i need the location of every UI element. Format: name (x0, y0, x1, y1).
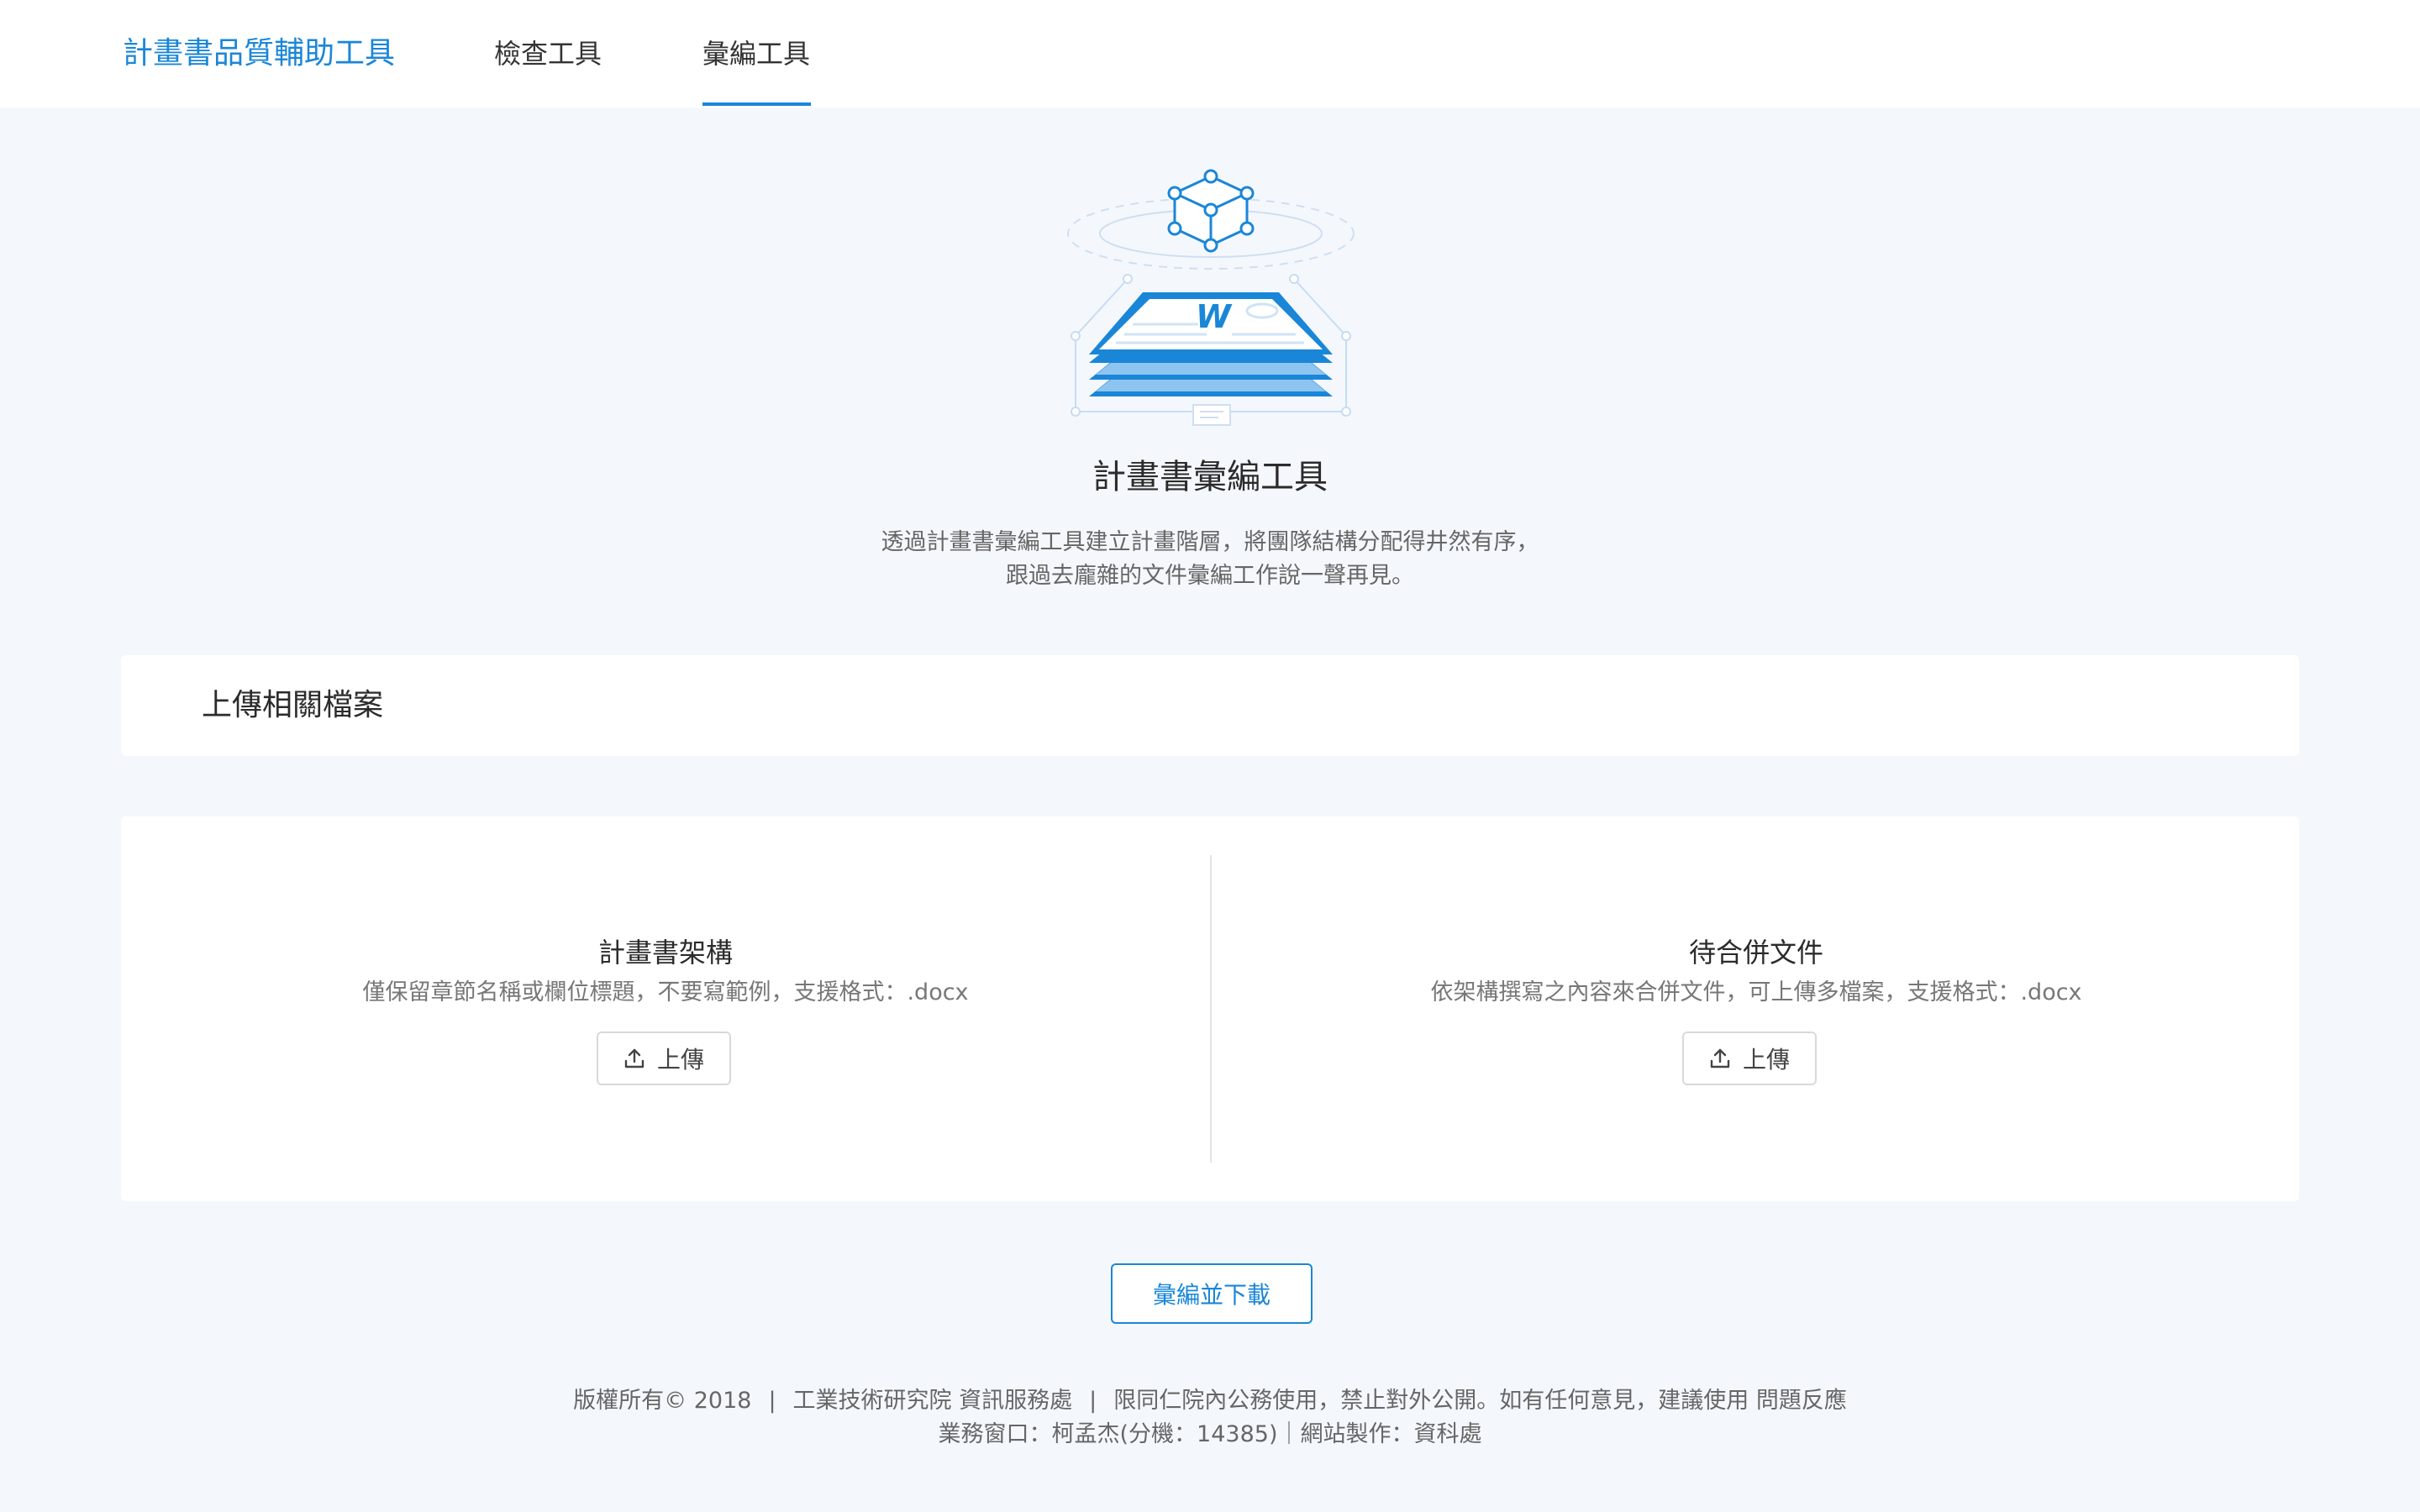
cube-icon (1167, 169, 1255, 253)
footer-copyright: 版權所有© 2018 (573, 1388, 752, 1414)
upload-section-title: 上傳相關檔案 (202, 688, 384, 722)
svg-text:W: W (1196, 298, 1233, 335)
structure-description: 僅保留章節名稱或欄位標題，不要寫範例，支援格式：.docx (362, 979, 969, 1005)
hero-title: 計畫書彙編工具 (1092, 458, 1328, 496)
active-tab-indicator (702, 102, 811, 106)
upload-panel: 計畫書架構 僅保留章節名稱或欄位標題，不要寫範例，支援格式：.docx 上傳 待… (121, 816, 2299, 1201)
feedback-link[interactable]: 問題反應 (1756, 1388, 1847, 1414)
hero-description-line-1: 透過計畫書彙編工具建立計畫階層，將團隊結構分配得井然有序， (881, 529, 1539, 555)
documents-description: 依架構撰寫之內容來合併文件，可上傳多檔案，支援格式：.docx (1430, 979, 2082, 1005)
footer-notice: 限同仁院內公務使用，禁止對外公開。如有任何意見，建議使用 (1113, 1388, 1749, 1414)
merge-and-download-button[interactable]: 彙編並下載 (1111, 1263, 1313, 1324)
footer-contact: 業務窗口：柯孟杰(分機：14385)｜網站製作：資科處 (938, 1421, 1482, 1447)
structure-upload-column: 計畫書架構 僅保留章節名稱或欄位標題，不要寫範例，支援格式：.docx 上傳 (121, 816, 1210, 1201)
document-stack-illustration: W (1067, 169, 1355, 426)
footer-copyright-line: 版權所有© 2018 | 工業技術研究院 資訊服務處 | 限同仁院內公務使用，禁止對外公… (0, 1384, 2420, 1418)
footer-separator: | (768, 1388, 776, 1414)
tab-check-tool[interactable]: 檢查工具 (494, 34, 602, 74)
tab-compile-tool[interactable]: 彙編工具 (702, 34, 810, 74)
documents-upload-button[interactable]: 上傳 (1682, 1032, 1817, 1085)
documents-upload-label: 上傳 (1742, 1046, 1790, 1074)
documents-title: 待合併文件 (1688, 937, 1823, 969)
structure-title: 計畫書架構 (597, 937, 733, 969)
upload-section-header: 上傳相關檔案 (121, 655, 2299, 756)
upload-icon (1710, 1048, 1730, 1068)
documents-upload-column: 待合併文件 依架構撰寫之內容來合併文件，可上傳多檔案，支援格式：.docx 上傳 (1212, 816, 2301, 1201)
upload-icon (624, 1048, 644, 1068)
brand-title[interactable]: 計畫書品質輔助工具 (123, 34, 395, 74)
footer-separator: | (1089, 1388, 1097, 1414)
top-navbar: 計畫書品質輔助工具 檢查工具 彙編工具 (0, 0, 2420, 108)
structure-upload-button[interactable]: 上傳 (597, 1032, 731, 1085)
footer-org: 工業技術研究院 資訊服務處 (792, 1388, 1073, 1414)
hero-description: 透過計畫書彙編工具建立計畫階層，將團隊結構分配得井然有序， 跟過去龐雜的文件彙編… (0, 526, 2420, 593)
hero-description-line-2: 跟過去龐雜的文件彙編工作說一聲再見。 (1006, 563, 1414, 589)
structure-upload-label: 上傳 (656, 1046, 704, 1074)
